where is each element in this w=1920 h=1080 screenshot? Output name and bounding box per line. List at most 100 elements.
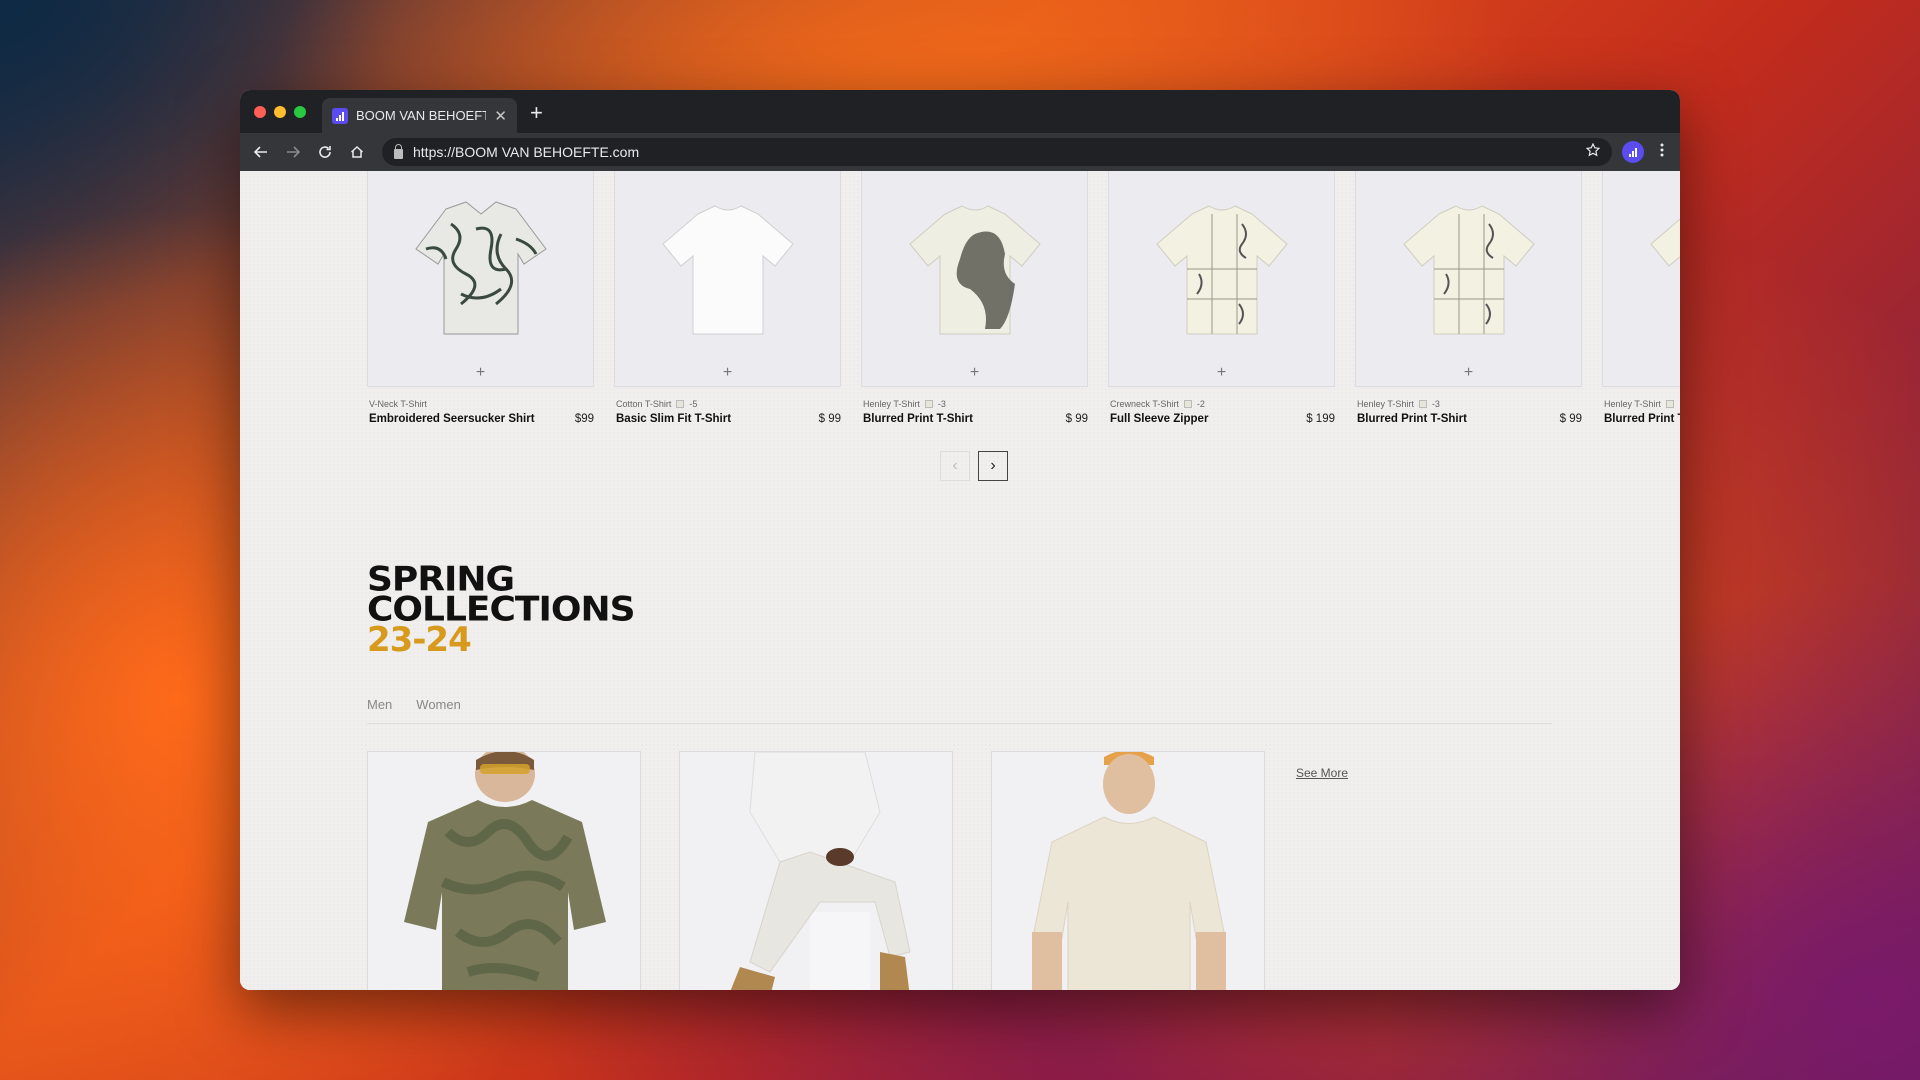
- product-row: Blurred Print T: [1602, 413, 1680, 425]
- product-category: Crewneck T-Shirt: [1110, 399, 1179, 409]
- address-bar[interactable]: https://BOOM VAN BEHOEFTE.com: [382, 138, 1612, 166]
- close-window-button[interactable]: [254, 106, 266, 118]
- next-arrow-button[interactable]: ›: [978, 451, 1008, 481]
- product-card[interactable]: + Cotton T-Shirt -5 Basic Slim Fit T-Shi…: [614, 171, 841, 425]
- product-category: Cotton T-Shirt: [616, 399, 672, 409]
- product-price: $ 99: [1065, 413, 1088, 425]
- product-name[interactable]: Basic Slim Fit T-Shirt: [616, 413, 731, 425]
- product-name[interactable]: Blurred Print T-Shirt: [1357, 413, 1467, 425]
- model-camo-tshirt-image: [404, 752, 606, 990]
- product-meta: Henley T-Shirt -3: [1355, 399, 1582, 409]
- close-tab-icon[interactable]: ✕: [494, 107, 507, 125]
- product-row: Full Sleeve Zipper $ 199: [1108, 413, 1335, 425]
- add-to-cart-icon[interactable]: +: [1464, 364, 1473, 382]
- product-image[interactable]: +: [614, 171, 841, 387]
- collection-card[interactable]: [991, 751, 1265, 990]
- swatch-count: -3: [1431, 399, 1440, 409]
- product-price: $ 199: [1306, 413, 1335, 425]
- section-heading: SPRING COLLECTIONS 23-24: [367, 562, 636, 657]
- new-tab-button[interactable]: +: [530, 102, 543, 124]
- product-carousel: + V-Neck T-Shirt Embroidered Seersucker …: [367, 171, 1680, 425]
- add-to-cart-icon[interactable]: +: [723, 364, 732, 382]
- product-meta: V-Neck T-Shirt: [367, 399, 594, 409]
- product-card[interactable]: + V-Neck T-Shirt Embroidered Seersucker …: [367, 171, 594, 425]
- collection-grid: [367, 751, 1265, 990]
- product-row: Blurred Print T-Shirt $ 99: [861, 413, 1088, 425]
- product-meta: Cotton T-Shirt -5: [614, 399, 841, 409]
- product-card[interactable]: + Henley T-Shirt -3 Blurred Print T-Shir…: [861, 171, 1088, 425]
- product-image[interactable]: +: [861, 171, 1088, 387]
- home-icon[interactable]: [346, 141, 368, 163]
- tab-women[interactable]: Women: [416, 697, 461, 712]
- white-tshirt-image: [661, 204, 794, 334]
- tabs-divider: [367, 723, 1552, 724]
- color-swatch[interactable]: [676, 400, 685, 408]
- extension-icon[interactable]: [1622, 141, 1644, 163]
- tab-men[interactable]: Men: [367, 697, 392, 712]
- product-name[interactable]: Full Sleeve Zipper: [1110, 413, 1208, 425]
- swatch-count: -3: [937, 399, 946, 409]
- product-price: $ 99: [1559, 413, 1582, 425]
- model-white-outfit-image: [730, 752, 911, 990]
- color-swatch[interactable]: [1183, 400, 1192, 408]
- heading-line-2: COLLECTIONS: [367, 590, 636, 629]
- prev-arrow-button[interactable]: ‹: [940, 451, 970, 481]
- product-row: Embroidered Seersucker Shirt $99: [367, 413, 594, 425]
- tab-bar: BOOM VAN BEHOEFTE ✕ +: [240, 90, 1680, 133]
- blurred-print-tshirt-image: [908, 204, 1041, 334]
- product-row: Blurred Print T-Shirt $ 99: [1355, 413, 1582, 425]
- browser-window: BOOM VAN BEHOEFTE ✕ + https://BOOM VAN B…: [240, 90, 1680, 990]
- product-row: Basic Slim Fit T-Shirt $ 99: [614, 413, 841, 425]
- product-image[interactable]: +: [367, 171, 594, 387]
- reload-icon[interactable]: [314, 141, 336, 163]
- forward-arrow-icon[interactable]: [282, 141, 304, 163]
- product-image[interactable]: +: [1355, 171, 1582, 387]
- back-arrow-icon[interactable]: [250, 141, 272, 163]
- product-name[interactable]: Blurred Print T-Shirt: [863, 413, 973, 425]
- add-to-cart-icon[interactable]: +: [970, 364, 979, 382]
- patterned-shirt-image: [414, 200, 547, 334]
- add-to-cart-icon[interactable]: +: [476, 364, 485, 382]
- window-controls: [254, 106, 306, 118]
- carousel-pager: ‹ ›: [940, 451, 1008, 481]
- bookmark-star-icon[interactable]: [1585, 142, 1601, 161]
- product-category: Henley T-Shirt: [1357, 399, 1414, 409]
- model-cream-tshirt-image: [1032, 752, 1226, 990]
- see-more-link[interactable]: See More: [1296, 766, 1348, 780]
- grid-print-tshirt-image: [1649, 217, 1680, 334]
- color-swatch[interactable]: [1418, 400, 1427, 408]
- maximize-window-button[interactable]: [294, 106, 306, 118]
- add-to-cart-icon[interactable]: +: [1217, 364, 1226, 382]
- swatch-count: -5: [689, 399, 698, 409]
- collection-card[interactable]: [679, 751, 953, 990]
- page-content: + V-Neck T-Shirt Embroidered Seersucker …: [240, 171, 1680, 990]
- product-card[interactable]: + Crewneck T-Shirt -2 Full Sleeve Zipper…: [1108, 171, 1335, 425]
- collection-card[interactable]: [367, 751, 641, 990]
- minimize-window-button[interactable]: [274, 106, 286, 118]
- product-category: Henley T-Shirt: [863, 399, 920, 409]
- color-swatch[interactable]: [1665, 400, 1674, 408]
- product-price: $99: [574, 413, 594, 425]
- product-name[interactable]: Embroidered Seersucker Shirt: [369, 413, 535, 425]
- color-swatch[interactable]: [924, 400, 933, 408]
- product-card[interactable]: + Henley T-Shirt Blurred Print T: [1602, 171, 1680, 425]
- product-card[interactable]: + Henley T-Shirt -3 Blurred Print T-Shir…: [1355, 171, 1582, 425]
- product-name[interactable]: Blurred Print T: [1604, 413, 1680, 425]
- tab-title: BOOM VAN BEHOEFTE: [356, 108, 487, 123]
- site-favicon-icon: [332, 107, 348, 124]
- lock-icon: [394, 143, 403, 159]
- browser-tab[interactable]: BOOM VAN BEHOEFTE ✕: [322, 98, 517, 133]
- swatch-count: -2: [1196, 399, 1205, 409]
- product-meta: Henley T-Shirt: [1602, 399, 1680, 409]
- collection-tabs: Men Women: [367, 697, 461, 712]
- product-category: V-Neck T-Shirt: [369, 399, 427, 409]
- product-meta: Crewneck T-Shirt -2: [1108, 399, 1335, 409]
- product-category: Henley T-Shirt: [1604, 399, 1661, 409]
- menu-kebab-icon[interactable]: [1654, 143, 1670, 162]
- url-text[interactable]: https://BOOM VAN BEHOEFTE.com: [413, 144, 1576, 160]
- product-meta: Henley T-Shirt -3: [861, 399, 1088, 409]
- grid-print-tshirt-image: [1155, 204, 1288, 334]
- product-image[interactable]: +: [1108, 171, 1335, 387]
- product-price: $ 99: [818, 413, 841, 425]
- product-image[interactable]: +: [1602, 171, 1680, 387]
